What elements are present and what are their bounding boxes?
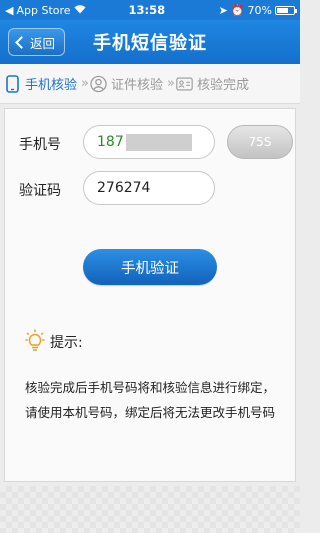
nav-bar: 返回 手机短信验证 bbox=[0, 20, 300, 64]
verify-button[interactable]: 手机验证 bbox=[83, 249, 217, 285]
code-value: 276274 bbox=[97, 180, 151, 196]
bottom-background bbox=[0, 486, 300, 533]
back-button-label: 返回 bbox=[30, 35, 56, 51]
back-button[interactable]: 返回 bbox=[8, 28, 65, 56]
location-icon: ➤ bbox=[218, 3, 228, 17]
code-label: 验证码 bbox=[19, 183, 61, 199]
chevron-left-icon bbox=[15, 35, 28, 49]
battery-icon bbox=[275, 5, 297, 15]
phone-field[interactable]: 187 bbox=[83, 125, 215, 159]
phone-value: 187 bbox=[97, 134, 124, 150]
step-label: 手机核验 bbox=[25, 78, 78, 93]
tip-text: 核验完成后手机号码将和核验信息进行绑定，请使用本机号码，绑定后将无法更改手机号码 bbox=[25, 380, 276, 420]
alarm-icon: ⏰ bbox=[230, 3, 245, 17]
step-verify-complete: 核验完成 bbox=[176, 74, 249, 93]
step-phone-verify: 手机核验 bbox=[4, 74, 77, 93]
code-field[interactable]: 276274 bbox=[83, 171, 215, 205]
tip-title: 提示: bbox=[50, 335, 83, 351]
wifi-icon bbox=[74, 4, 86, 17]
steps-bar: 手机核验 » 证件核验 » 核验完成 bbox=[0, 64, 300, 104]
verify-card: 手机号 187 75S 验证码 276274 手机验证 提示: 核验完成后手机号… bbox=[4, 108, 296, 482]
tip-header: 提示: bbox=[25, 329, 83, 355]
back-to-app-icon[interactable]: ◀ bbox=[5, 4, 13, 17]
countdown-button[interactable]: 75S bbox=[227, 125, 293, 159]
status-left: ◀ App Store bbox=[5, 4, 115, 17]
battery-percent: 70% bbox=[247, 3, 272, 17]
phone-icon bbox=[4, 74, 21, 93]
phone-label: 手机号 bbox=[19, 137, 61, 153]
step-id-verify: 证件核验 bbox=[90, 74, 163, 93]
lightbulb-icon bbox=[25, 329, 45, 355]
status-time: 13:58 bbox=[128, 3, 166, 17]
status-right: ➤ ⏰ 70% bbox=[218, 3, 297, 17]
carrier-label: App Store bbox=[16, 3, 71, 17]
step-label: 证件核验 bbox=[110, 78, 163, 93]
page-title: 手机短信验证 bbox=[93, 33, 207, 54]
id-card-icon bbox=[176, 75, 193, 93]
status-bar: ◀ App Store 13:58 ➤ ⏰ 70% bbox=[0, 0, 300, 20]
step-separator: » bbox=[167, 76, 175, 91]
phone-mask bbox=[125, 133, 192, 151]
person-icon bbox=[90, 75, 107, 93]
step-separator: » bbox=[81, 76, 89, 91]
step-label: 核验完成 bbox=[196, 78, 249, 93]
